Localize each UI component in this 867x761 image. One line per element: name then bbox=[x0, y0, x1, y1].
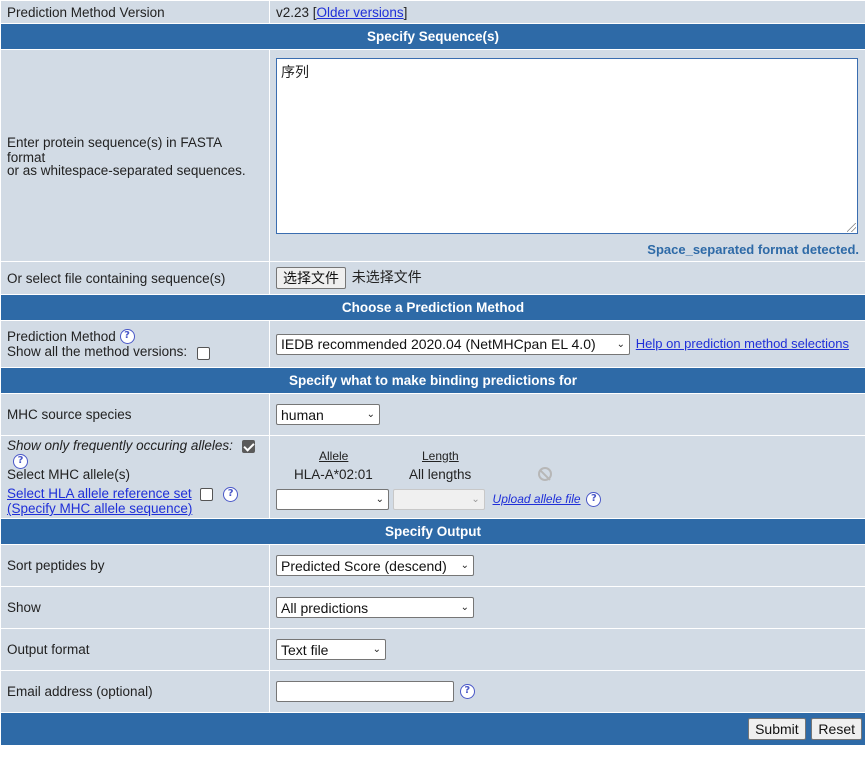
version-text: v2.23 bbox=[276, 4, 310, 20]
frequent-alleles-checkbox[interactable] bbox=[241, 439, 255, 453]
email-help-icon[interactable]: ? bbox=[459, 684, 475, 699]
output-format-select[interactable]: Text file ⌄ bbox=[276, 639, 386, 660]
hla-help-icon[interactable]: ? bbox=[223, 486, 239, 502]
remove-allele-icon[interactable] bbox=[538, 466, 552, 481]
show-versions-label: Show all the method versions: bbox=[7, 343, 188, 359]
sequence-textarea[interactable]: 序列 bbox=[276, 58, 858, 234]
sequence-label-line1: Enter protein sequence(s) in FASTA forma… bbox=[7, 134, 222, 165]
email-input[interactable] bbox=[276, 681, 454, 702]
chevron-down-icon: ⌄ bbox=[460, 602, 469, 613]
chevron-down-icon: ⌄ bbox=[366, 409, 375, 420]
section-header-sequences: Specify Sequence(s) bbox=[1, 24, 865, 49]
allele-species-select[interactable]: ⌄ bbox=[276, 488, 389, 510]
sequence-label-line2: or as whitespace-separated sequences. bbox=[7, 162, 246, 178]
method-select-value: IEDB recommended 2020.04 (NetMHCpan EL 4… bbox=[281, 336, 596, 352]
show-versions-checkbox[interactable] bbox=[196, 346, 210, 360]
section-header-method: Choose a Prediction Method bbox=[1, 295, 865, 320]
hla-reference-checkbox[interactable] bbox=[200, 487, 214, 501]
actions-bar: Submit Reset bbox=[1, 713, 865, 745]
allele-length-select[interactable]: ⌄ bbox=[392, 488, 485, 510]
sort-select[interactable]: Predicted Score (descend) ⌄ bbox=[276, 555, 474, 576]
allele-label-cell: Show only frequently occuring alleles: ?… bbox=[1, 436, 269, 518]
sequence-label: Enter protein sequence(s) in FASTA forma… bbox=[1, 50, 269, 261]
chevron-down-icon: ⌄ bbox=[375, 493, 384, 505]
file-status: 未选择文件 bbox=[351, 268, 422, 285]
species-label: MHC source species bbox=[1, 394, 269, 435]
sort-label: Sort peptides by bbox=[1, 545, 269, 586]
prediction-form: Prediction Method Version v2.23 [Older v… bbox=[0, 0, 866, 746]
show-label: Show bbox=[1, 587, 269, 628]
specify-allele-sequence-link[interactable]: (Specify MHC allele sequence) bbox=[7, 501, 192, 516]
output-format-label: Output format bbox=[1, 629, 269, 670]
allele-table: Allele Length HLA-A*02:01 All lengths bbox=[276, 447, 859, 487]
hla-reference-link[interactable]: Select HLA allele reference set bbox=[7, 486, 192, 501]
format-detected-text: Space_separated format detected. bbox=[647, 242, 859, 257]
species-select-value: human bbox=[281, 406, 324, 423]
section-header-binding: Specify what to make binding predictions… bbox=[1, 368, 865, 393]
method-select[interactable]: IEDB recommended 2020.04 (NetMHCpan EL 4… bbox=[276, 333, 630, 355]
choose-file-button[interactable]: 选择文件 bbox=[276, 267, 346, 290]
section-header-output: Specify Output bbox=[1, 519, 865, 544]
allele-column-header: Allele bbox=[319, 448, 349, 463]
allele-value: HLA-A*02:01 bbox=[294, 466, 373, 482]
older-versions-link[interactable]: Older versions bbox=[317, 5, 404, 20]
reset-button[interactable]: Reset bbox=[811, 718, 862, 740]
method-help-link[interactable]: Help on prediction method selections bbox=[636, 336, 849, 351]
version-cell: v2.23 [Older versions] bbox=[270, 1, 865, 23]
upload-allele-link[interactable]: Upload allele file bbox=[493, 492, 581, 506]
file-label: Or select file containing sequence(s) bbox=[1, 262, 269, 294]
select-allele-label: Select MHC allele(s) bbox=[7, 466, 131, 482]
chevron-down-icon: ⌄ bbox=[616, 338, 625, 350]
method-label-cell: Prediction Method ? Show all the method … bbox=[1, 321, 269, 367]
upload-help-icon[interactable]: ? bbox=[586, 491, 602, 507]
show-select[interactable]: All predictions ⌄ bbox=[276, 597, 474, 618]
submit-button[interactable]: Submit bbox=[748, 718, 806, 740]
version-label: Prediction Method Version bbox=[1, 1, 269, 23]
sort-select-value: Predicted Score (descend) bbox=[281, 557, 447, 574]
method-help-icon[interactable]: ? bbox=[119, 328, 135, 344]
length-value: All lengths bbox=[409, 466, 472, 482]
chevron-down-icon: ⌄ bbox=[471, 493, 480, 505]
method-label: Prediction Method bbox=[7, 328, 116, 344]
sequence-text: 序列 bbox=[281, 64, 309, 80]
species-select[interactable]: human ⌄ bbox=[276, 404, 380, 425]
length-column-header: Length bbox=[422, 448, 459, 463]
show-select-value: All predictions bbox=[281, 599, 369, 616]
output-format-select-value: Text file bbox=[281, 641, 329, 658]
email-label: Email address (optional) bbox=[1, 671, 269, 712]
resize-grip-icon[interactable] bbox=[847, 223, 856, 232]
chevron-down-icon: ⌄ bbox=[460, 560, 469, 571]
frequent-alleles-label: Show only frequently occuring alleles: bbox=[7, 438, 233, 454]
chevron-down-icon: ⌄ bbox=[372, 644, 381, 655]
